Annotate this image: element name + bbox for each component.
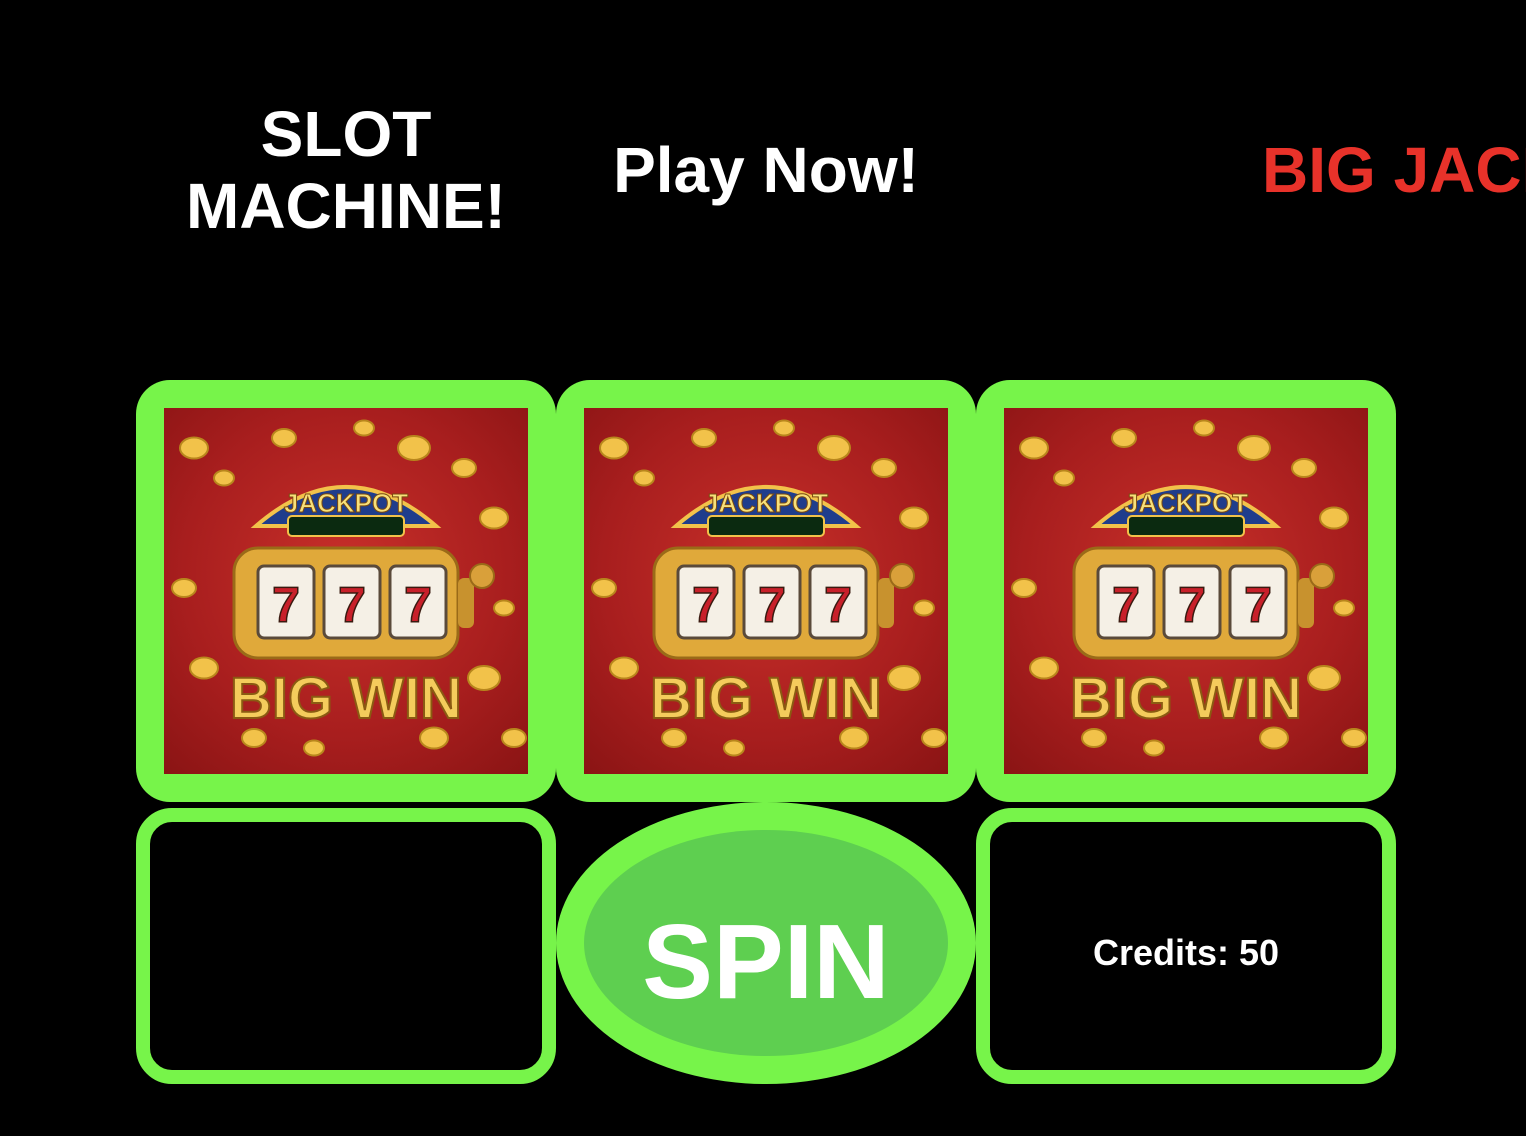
coin-icon <box>241 728 267 748</box>
coin-icon <box>189 656 219 680</box>
jackpot-art: JACKPOT7 7 7BIG WIN <box>171 419 527 757</box>
coin-icon <box>871 458 897 478</box>
coin-icon <box>1029 656 1059 680</box>
coin-icon <box>179 436 209 460</box>
coin-icon <box>271 428 297 448</box>
credits-panel: Credits: 50 <box>976 808 1396 1084</box>
jackpot-slot-machine-icon: JACKPOT 7 7 7 BIG WIN <box>584 408 948 774</box>
coin-icon <box>599 436 629 460</box>
seven-symbol: 7 <box>758 577 786 633</box>
play-now-banner: Play Now! <box>613 134 919 206</box>
spin-button[interactable]: SPIN <box>556 802 976 1084</box>
coin-icon <box>213 469 235 487</box>
coin-icon <box>633 469 655 487</box>
coin-icon <box>691 428 717 448</box>
coin-icon <box>451 458 477 478</box>
coin-icon <box>353 419 375 437</box>
jackpot-label: JACKPOT <box>284 488 408 518</box>
big-win-label: BIG WIN <box>650 666 882 731</box>
coin-icon <box>1237 435 1271 461</box>
coin-icon <box>1011 578 1037 598</box>
jackpot-counter <box>707 515 825 537</box>
coin-icon <box>1019 436 1049 460</box>
jackpot-label: JACKPOT <box>1124 488 1248 518</box>
coin-icon <box>1291 458 1317 478</box>
coin-icon <box>591 578 617 598</box>
big-win-label: BIG WIN <box>1070 666 1302 731</box>
message-panel <box>136 808 556 1084</box>
jackpot-label: JACKPOT <box>704 488 828 518</box>
coin-icon <box>773 419 795 437</box>
jackpot-marquee: BIG JACKPOT <box>1262 134 1526 214</box>
seven-symbol: 7 <box>404 577 432 633</box>
coin-icon <box>1307 665 1341 691</box>
coin-icon <box>1319 506 1349 530</box>
reel-2: JACKPOT 7 7 7 BIG WIN <box>556 380 976 802</box>
slot-machine-page: SLOT MACHINE! Play Now! BIG JACKPOT JACK… <box>0 0 1526 1136</box>
coin-icon <box>1111 428 1137 448</box>
coin-icon <box>171 578 197 598</box>
jackpot-art: JACKPOT7 7 7BIG WIN <box>1011 419 1367 757</box>
coin-icon <box>479 506 509 530</box>
seven-symbol: 7 <box>1178 577 1206 633</box>
coin-icon <box>913 599 935 617</box>
seven-symbol: 7 <box>1112 577 1140 633</box>
jackpot-counter <box>287 515 405 537</box>
coin-icon <box>303 739 325 757</box>
big-win-label: BIG WIN <box>230 666 462 731</box>
coin-icon <box>1193 419 1215 437</box>
coin-icon <box>661 728 687 748</box>
coin-icon <box>723 739 745 757</box>
coin-icon <box>501 728 527 748</box>
seven-symbol: 7 <box>692 577 720 633</box>
reel-3: JACKPOT 7 7 7 BIG WIN <box>976 380 1396 802</box>
coin-icon <box>1081 728 1107 748</box>
seven-symbol: 7 <box>824 577 852 633</box>
lever-icon <box>1298 578 1314 628</box>
seven-symbol: 7 <box>338 577 366 633</box>
spin-button-label[interactable]: SPIN <box>584 902 948 1022</box>
coin-icon <box>1053 469 1075 487</box>
page-title: SLOT MACHINE! <box>186 98 506 242</box>
coin-icon <box>817 435 851 461</box>
coin-icon <box>921 728 947 748</box>
coin-icon <box>1143 739 1165 757</box>
jackpot-marquee-text: BIG JACKPOT <box>1262 134 1526 206</box>
reel-1: JACKPOT 7 7 7 BIG WIN <box>136 380 556 802</box>
spin-button-inner[interactable]: SPIN <box>584 830 948 1056</box>
lever-icon <box>458 578 474 628</box>
seven-symbol: 7 <box>272 577 300 633</box>
lever-icon <box>878 578 894 628</box>
coin-icon <box>1333 599 1355 617</box>
coin-icon <box>1341 728 1367 748</box>
coin-icon <box>899 506 929 530</box>
credits-display: Credits: 50 <box>1092 932 1280 973</box>
jackpot-counter <box>1127 515 1245 537</box>
coin-icon <box>493 599 515 617</box>
coin-icon <box>609 656 639 680</box>
jackpot-art: JACKPOT7 7 7BIG WIN <box>591 419 947 757</box>
coin-icon <box>467 665 501 691</box>
jackpot-slot-machine-icon: JACKPOT 7 7 7 BIG WIN <box>164 408 528 774</box>
jackpot-slot-machine-icon: JACKPOT 7 7 7 BIG WIN <box>1004 408 1368 774</box>
coin-icon <box>887 665 921 691</box>
seven-symbol: 7 <box>1244 577 1272 633</box>
coin-icon <box>397 435 431 461</box>
